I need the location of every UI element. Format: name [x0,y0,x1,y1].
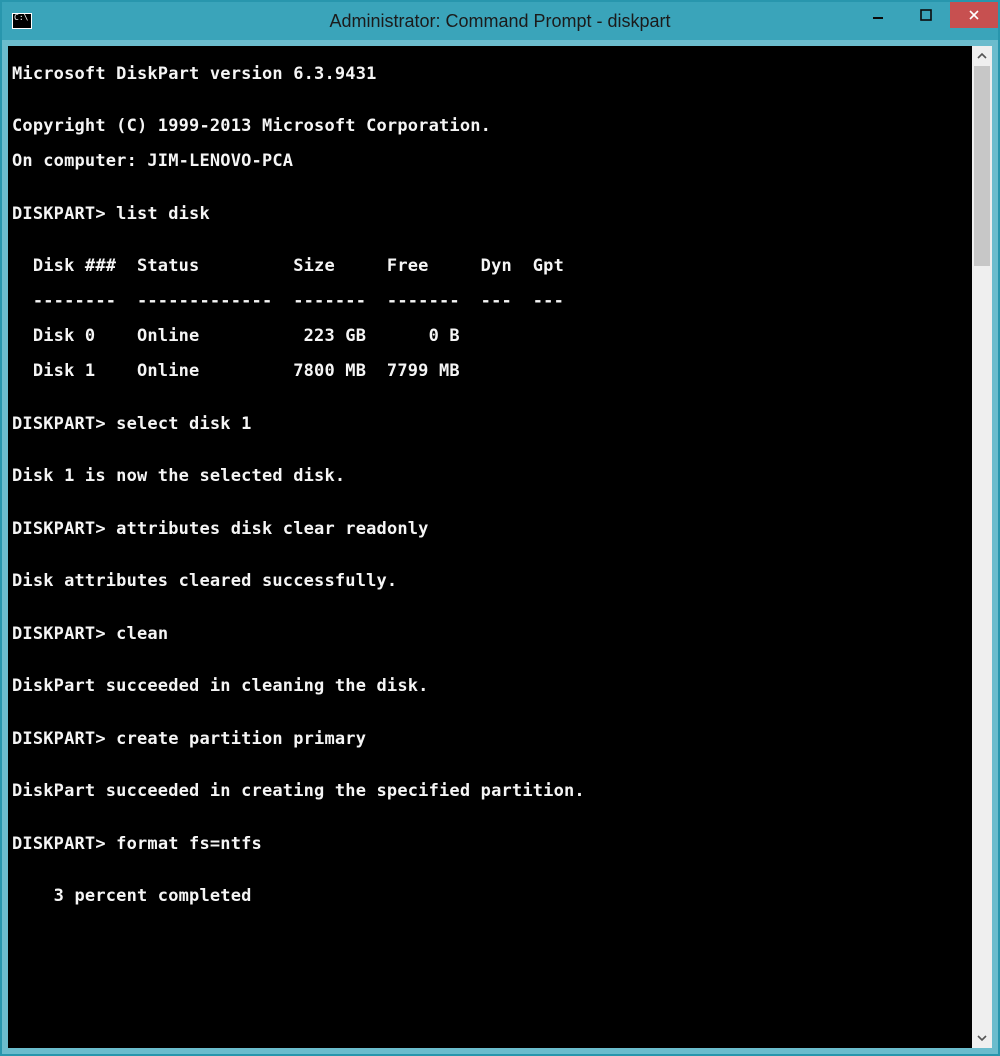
console-line: DISKPART> clean [12,626,972,644]
scrollbar-thumb[interactable] [974,66,990,266]
console-line: DISKPART> attributes disk clear readonly [12,521,972,539]
window-controls [854,2,998,32]
client-area: Microsoft DiskPart version 6.3.9431 Copy… [2,40,998,1054]
vertical-scrollbar[interactable] [972,46,992,1048]
console-line: On computer: JIM-LENOVO-PCA [12,153,972,171]
table-header: Disk ### Status Size Free Dyn Gpt [12,258,972,276]
console-line: 3 percent completed [12,888,972,906]
console-line: DiskPart succeeded in creating the speci… [12,783,972,801]
chevron-up-icon [977,51,987,61]
table-row: Disk 1 Online 7800 MB 7799 MB [12,363,972,381]
console-line: Microsoft DiskPart version 6.3.9431 [12,66,972,84]
console-line: DISKPART> select disk 1 [12,416,972,434]
maximize-icon [920,9,932,21]
titlebar[interactable]: Administrator: Command Prompt - diskpart [2,2,998,40]
console-line: DISKPART> create partition primary [12,731,972,749]
table-row: Disk 0 Online 223 GB 0 B [12,328,972,346]
console-output[interactable]: Microsoft DiskPart version 6.3.9431 Copy… [8,46,972,1048]
scroll-up-button[interactable] [972,46,992,66]
scrollbar-track[interactable] [972,66,992,1028]
command-prompt-window: Administrator: Command Prompt - diskpart [0,0,1000,1056]
cmd-icon [12,13,32,29]
scroll-down-button[interactable] [972,1028,992,1048]
maximize-button[interactable] [902,2,950,28]
minimize-button[interactable] [854,2,902,28]
console-line: DiskPart succeeded in cleaning the disk. [12,678,972,696]
chevron-down-icon [977,1033,987,1043]
console-line: DISKPART> format fs=ntfs [12,836,972,854]
close-button[interactable] [950,2,998,28]
table-divider: -------- ------------- ------- ------- -… [12,293,972,311]
console-wrap: Microsoft DiskPart version 6.3.9431 Copy… [8,46,992,1048]
console-line: Disk attributes cleared successfully. [12,573,972,591]
console-line: Copyright (C) 1999-2013 Microsoft Corpor… [12,118,972,136]
console-line: Disk 1 is now the selected disk. [12,468,972,486]
minimize-icon [872,9,884,21]
window-title: Administrator: Command Prompt - diskpart [2,11,998,32]
close-icon [968,9,980,21]
console-line: DISKPART> list disk [12,206,972,224]
